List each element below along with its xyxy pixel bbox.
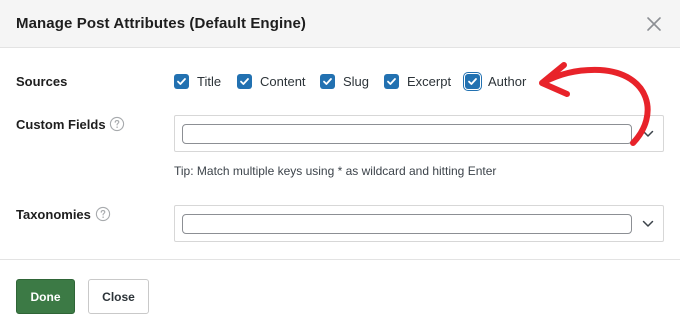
- sources-label: Sources: [16, 74, 68, 89]
- chevron-down-icon[interactable]: [642, 219, 654, 229]
- source-label-title: Title: [197, 73, 222, 89]
- taxonomies-input[interactable]: [182, 214, 632, 234]
- source-label-author: Author: [488, 73, 527, 89]
- source-checkbox-excerpt[interactable]: Excerpt: [384, 72, 451, 90]
- custom-fields-label: Custom Fields: [16, 117, 106, 132]
- done-button[interactable]: Done: [16, 279, 75, 314]
- check-icon: [384, 73, 399, 89]
- source-checkbox-content[interactable]: Content: [237, 72, 306, 90]
- custom-fields-tip: Tip: Match multiple keys using * as wild…: [174, 164, 497, 178]
- dialog-header: Manage Post Attributes (Default Engine): [0, 0, 680, 48]
- help-icon[interactable]: [109, 116, 125, 132]
- source-label-excerpt: Excerpt: [407, 73, 452, 89]
- close-button[interactable]: Close: [88, 279, 149, 314]
- check-icon: [174, 73, 189, 89]
- dialog-title: Manage Post Attributes (Default Engine): [16, 15, 307, 32]
- source-label-content: Content: [260, 73, 306, 89]
- dialog-footer: Done Close: [0, 259, 680, 325]
- check-icon: [237, 73, 252, 89]
- check-icon: [320, 73, 335, 89]
- source-checkbox-author[interactable]: Author: [465, 72, 526, 90]
- taxonomies-label: Taxonomies: [16, 207, 91, 222]
- check-icon: [465, 73, 480, 89]
- annotation-arrow-icon: [539, 62, 651, 146]
- source-checkbox-title[interactable]: Title: [174, 72, 221, 90]
- taxonomies-select[interactable]: [174, 205, 664, 242]
- source-label-slug: Slug: [343, 73, 370, 89]
- help-icon[interactable]: [95, 206, 111, 222]
- close-icon[interactable]: [645, 15, 663, 33]
- manage-post-attributes-dialog: Manage Post Attributes (Default Engine) …: [0, 0, 680, 325]
- source-checkbox-slug[interactable]: Slug: [320, 72, 369, 90]
